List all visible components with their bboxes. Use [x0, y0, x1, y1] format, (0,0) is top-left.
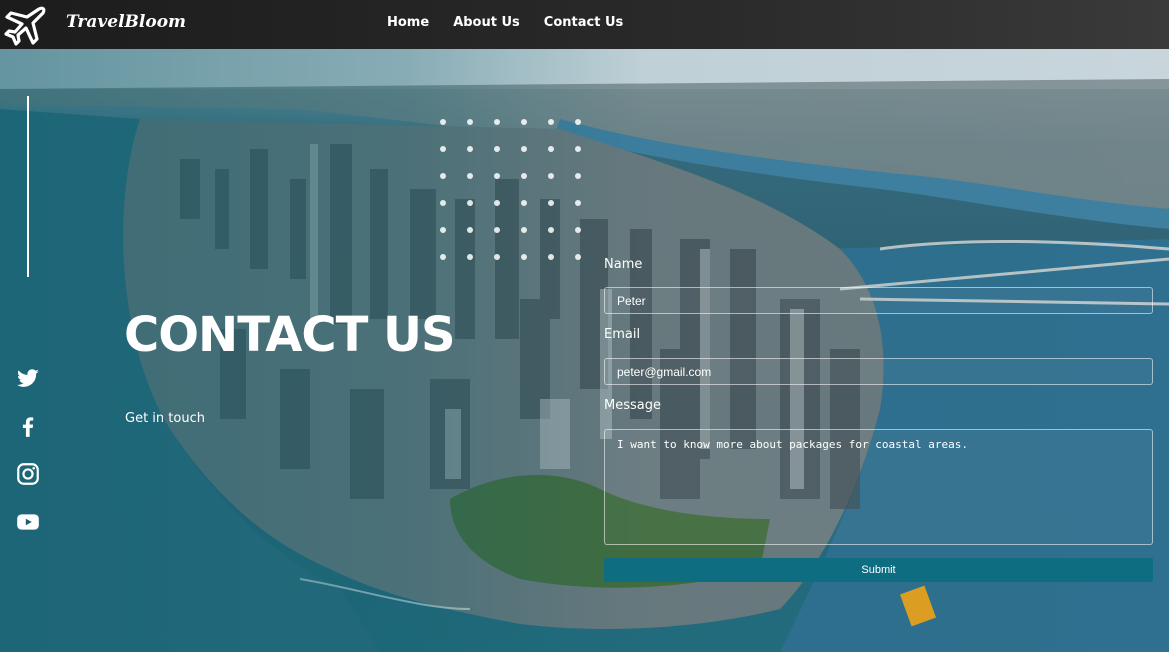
grid-dot — [521, 227, 527, 233]
grid-dot — [521, 200, 527, 206]
grid-dot — [494, 146, 500, 152]
nav-contact-link[interactable]: Contact Us — [544, 15, 623, 30]
grid-dot — [440, 200, 446, 206]
grid-dot — [548, 227, 554, 233]
main-nav: Home About Us Contact Us — [387, 15, 623, 30]
grid-dot — [440, 119, 446, 125]
name-label: Name — [604, 257, 643, 272]
hero-section: CONTACT US Get in touch Name Email Messa… — [0, 49, 1169, 652]
email-label: Email — [604, 327, 641, 342]
name-input[interactable] — [604, 287, 1153, 314]
grid-dot — [521, 173, 527, 179]
nav-home-link[interactable]: Home — [387, 15, 429, 30]
grid-dot — [467, 146, 473, 152]
grid-dot — [467, 119, 473, 125]
grid-dot — [548, 254, 554, 260]
grid-dot — [575, 254, 581, 260]
email-input[interactable] — [604, 358, 1153, 385]
grid-dot — [521, 119, 527, 125]
submit-button[interactable]: Submit — [604, 558, 1153, 582]
grid-dot — [494, 227, 500, 233]
grid-dot — [548, 119, 554, 125]
grid-dot — [575, 119, 581, 125]
vertical-divider — [27, 96, 29, 277]
grid-dot — [467, 227, 473, 233]
airplane-logo-icon[interactable] — [3, 3, 47, 47]
grid-dot — [548, 200, 554, 206]
grid-dot — [440, 254, 446, 260]
top-navbar: TravelBloom Home About Us Contact Us — [0, 0, 1169, 49]
grid-dot — [494, 200, 500, 206]
grid-dot — [494, 254, 500, 260]
brand-name[interactable]: TravelBloom — [66, 12, 186, 32]
grid-dot — [575, 173, 581, 179]
grid-dot — [494, 173, 500, 179]
decorative-dot-grid — [440, 119, 581, 260]
grid-dot — [440, 227, 446, 233]
grid-dot — [467, 254, 473, 260]
grid-dot — [575, 200, 581, 206]
youtube-icon[interactable] — [15, 509, 41, 535]
nav-about-link[interactable]: About Us — [453, 15, 520, 30]
grid-dot — [521, 146, 527, 152]
grid-dot — [494, 119, 500, 125]
page-subtitle: Get in touch — [125, 411, 205, 426]
grid-dot — [575, 227, 581, 233]
facebook-icon[interactable] — [15, 413, 41, 439]
grid-dot — [467, 200, 473, 206]
grid-dot — [575, 146, 581, 152]
instagram-icon[interactable] — [15, 461, 41, 487]
page-title: CONTACT US — [124, 307, 456, 363]
grid-dot — [548, 173, 554, 179]
grid-dot — [440, 146, 446, 152]
grid-dot — [440, 173, 446, 179]
message-textarea[interactable]: I want to know more about packages for c… — [604, 429, 1153, 545]
grid-dot — [548, 146, 554, 152]
message-label: Message — [604, 398, 661, 413]
twitter-icon[interactable] — [15, 365, 41, 391]
grid-dot — [467, 173, 473, 179]
grid-dot — [521, 254, 527, 260]
